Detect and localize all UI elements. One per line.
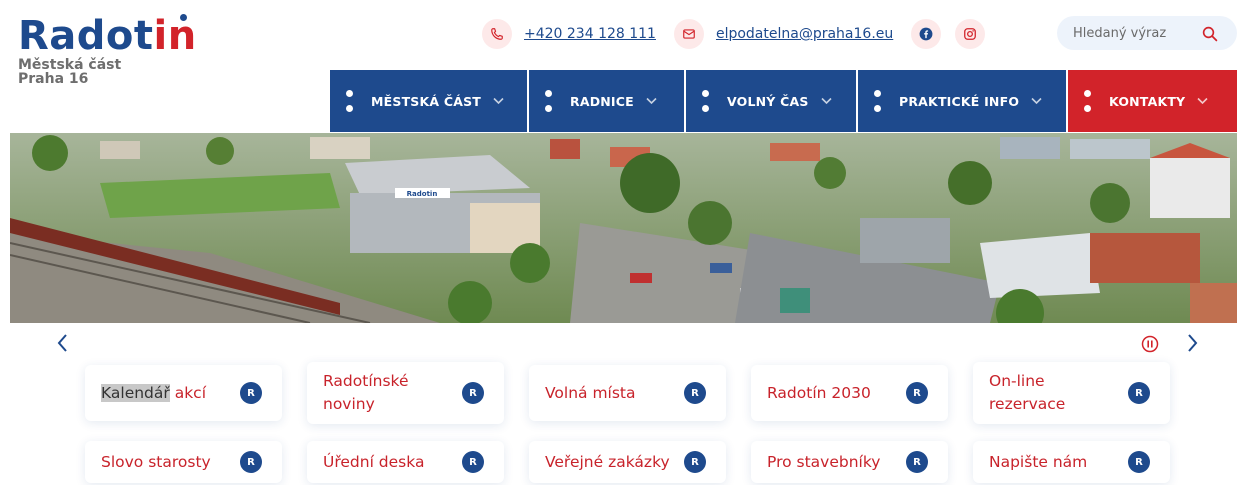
radotin-badge-icon: R [684,382,706,404]
nav-item-mestska-cast[interactable]: MĚSTSKÁ ČÁST [330,70,529,132]
chevron-down-icon [1031,97,1042,105]
logo-word-accent: in [153,13,197,59]
chevron-down-icon [646,97,657,105]
contact-bar: +420 234 128 111 elpodatelna@praha16.eu [482,18,999,50]
main-nav: MĚSTSKÁ ČÁST RADNICE VOLNÝ ČAS PRAKTICKÉ… [330,70,1237,132]
radotin-badge-icon: R [684,451,706,473]
quick-link-label: Kalendář akcí [101,382,236,405]
quick-link-label-rest: akcí [169,383,207,402]
nav-item-label: PRAKTICKÉ INFO [899,93,1020,109]
radotin-badge-icon: R [1128,382,1150,404]
quick-link-radotin-2030[interactable]: Radotín 2030 R [751,365,948,421]
logo-dot [180,14,187,21]
quick-link-label: On-line rezervace [989,372,1066,413]
quick-link-napiste-nam[interactable]: Napište nám R [973,441,1170,483]
radotin-badge-icon: R [1128,451,1150,473]
radotin-badge-icon: R [462,382,484,404]
radotin-badge-icon: R [462,451,484,473]
logo-word-main: Radot [18,13,154,59]
slider-prev-icon[interactable] [55,333,71,353]
quick-link-label: Volná místa [545,383,636,402]
logo-subtitle-line2: Praha 16 [18,71,89,87]
radotin-badge-icon: R [240,451,262,473]
quick-link-slovo-starosty[interactable]: Slovo starosty R [85,441,282,483]
quick-link-label-highlight: Kalendář [101,383,170,402]
logo-wordmark: Radotin [18,13,197,59]
quick-link-kalendar-akci[interactable]: Kalendář akcí R [85,365,282,421]
mail-icon [673,19,704,49]
slider-pause-icon[interactable] [1141,335,1159,353]
phone-icon [482,19,512,49]
quick-link-label: Veřejné zakázky [545,452,670,471]
email-link[interactable]: elpodatelna@praha16.eu [716,26,893,42]
nav-item-label: MĚSTSKÁ ČÁST [371,93,481,109]
quick-link-label: Pro stavebníky [767,452,881,471]
quick-link-volna-mista[interactable]: Volná místa R [529,365,726,421]
instagram-icon[interactable] [955,19,986,49]
quick-link-uredni-deska[interactable]: Úřední deska R [307,441,504,483]
nav-item-volny-cas[interactable]: VOLNÝ ČAS [686,70,858,132]
logo-subtitle-line1: Městská část [18,57,122,73]
radotin-badge-icon: R [906,382,928,404]
menu-dots-icon [702,90,709,112]
slider-next-icon[interactable] [1184,333,1200,353]
quick-link-pro-stavebniky[interactable]: Pro stavebníky R [751,441,948,483]
quick-link-label: Slovo starosty [101,452,211,471]
menu-dots-icon [545,90,552,112]
hero-building-sign: Radotin [407,190,438,198]
nav-item-prakticke-info[interactable]: PRAKTICKÉ INFO [858,70,1068,132]
chevron-down-icon [820,97,832,105]
logo-subtitle: Městská část Praha 16 [18,58,197,86]
quick-link-label: Napište nám [989,452,1088,471]
menu-dots-icon [346,90,353,112]
menu-dots-icon [874,90,881,112]
phone-link[interactable]: +420 234 128 111 [524,26,656,42]
search-box [1057,16,1237,50]
quick-link-label: Radotín 2030 [767,383,871,402]
quick-link-label: Úřední deska [323,452,425,471]
radotin-badge-icon: R [240,382,262,404]
quick-link-on-line-rezervace[interactable]: On-line rezervace R [973,362,1170,424]
chevron-down-icon [493,97,504,105]
nav-item-kontakty[interactable]: KONTAKTY [1068,70,1237,132]
chevron-down-icon [1197,97,1208,105]
facebook-icon[interactable] [911,19,942,49]
search-icon[interactable] [1201,25,1219,43]
hero-slider-image: Radotin [10,133,1237,323]
nav-item-label: RADNICE [570,93,634,109]
nav-item-radnice[interactable]: RADNICE [529,70,686,132]
site-logo[interactable]: Radotin Městská část Praha 16 [18,13,197,86]
quick-link-label: Radotínské noviny [323,372,409,413]
quick-link-verejne-zakazky[interactable]: Veřejné zakázky R [529,441,726,483]
quick-link-radotinske-noviny[interactable]: Radotínské noviny R [307,362,504,424]
nav-item-label: KONTAKTY [1109,93,1186,109]
menu-dots-icon [1084,90,1091,112]
radotin-badge-icon: R [906,451,928,473]
search-input[interactable] [1071,24,1195,42]
nav-item-label: VOLNÝ ČAS [727,93,809,109]
